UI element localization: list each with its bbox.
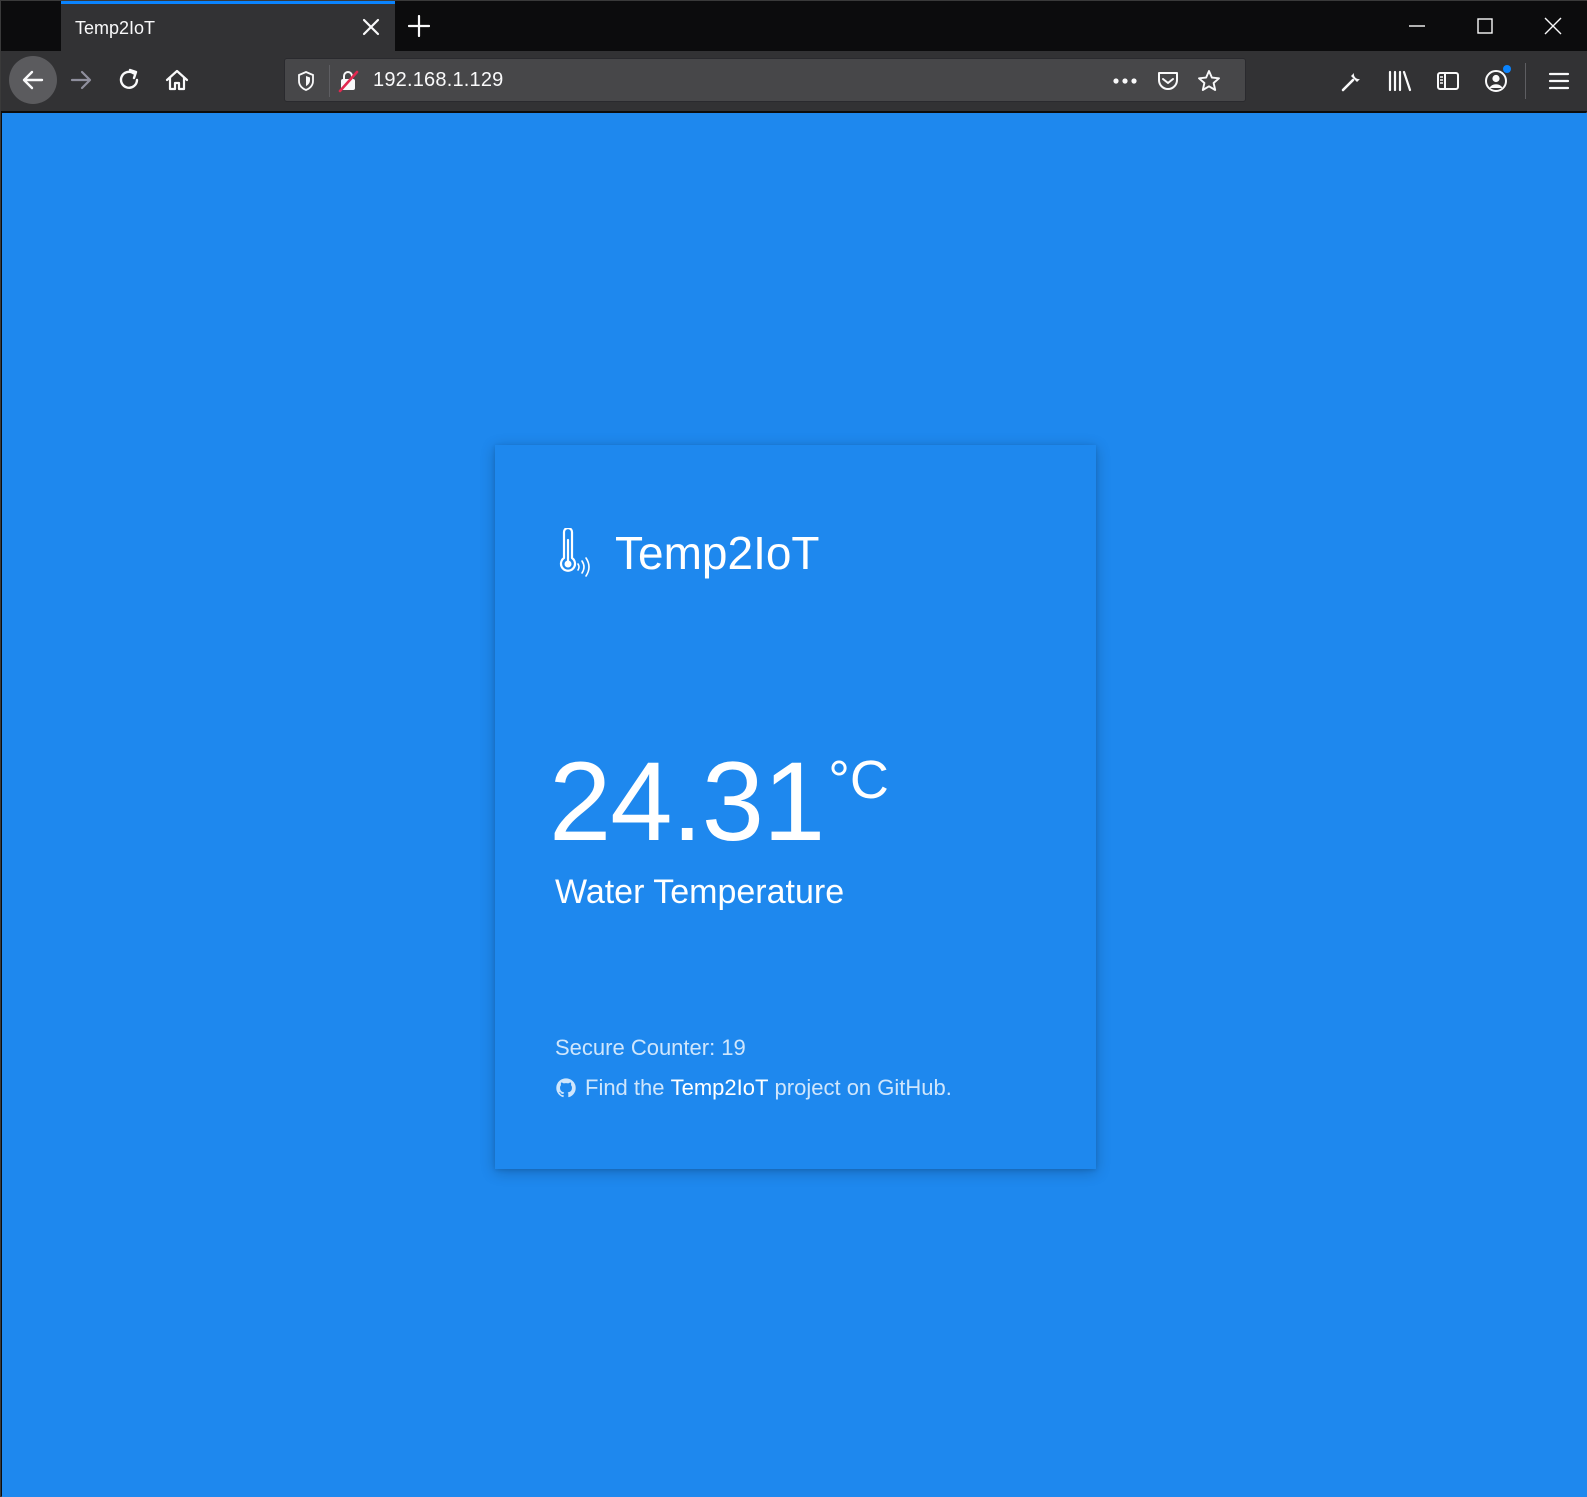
- forward-icon[interactable]: [58, 57, 104, 103]
- insecure-lock-icon[interactable]: [334, 67, 362, 95]
- github-line: Find the Temp2IoT project on GitHub.: [555, 1075, 952, 1101]
- toolbar-separator: [1525, 63, 1526, 99]
- star-icon[interactable]: [1195, 67, 1223, 95]
- temperature-card: Temp2IoT 24.31 °C Water Temperature Secu…: [495, 445, 1096, 1169]
- maximize-icon[interactable]: [1451, 1, 1519, 51]
- plus-icon[interactable]: [405, 12, 433, 40]
- brand-name: Temp2IoT: [615, 527, 820, 579]
- more-icon[interactable]: [1111, 67, 1139, 95]
- close-icon[interactable]: [359, 15, 383, 39]
- home-icon[interactable]: [154, 57, 200, 103]
- page-content: Temp2IoT 24.31 °C Water Temperature Secu…: [2, 113, 1587, 1497]
- url-separator: [329, 65, 330, 97]
- notification-dot: [1503, 65, 1511, 73]
- back-icon[interactable]: [9, 56, 57, 104]
- url-text[interactable]: 192.168.1.129: [373, 69, 504, 92]
- browser-window: Temp2IoT 192.168.1.129 Temp2IoT 24.31 °C…: [0, 0, 1587, 1497]
- temperature-label: Water Temperature: [555, 873, 845, 911]
- close-window-icon[interactable]: [1519, 1, 1587, 51]
- temperature-unit: °C: [828, 750, 889, 810]
- github-icon: [556, 1078, 576, 1098]
- github-link[interactable]: Temp2IoT: [671, 1075, 769, 1101]
- github-prefix: Find the: [585, 1075, 671, 1100]
- tab-title: Temp2IoT: [75, 18, 156, 38]
- reload-icon[interactable]: [106, 57, 152, 103]
- tab-strip: Temp2IoT: [1, 1, 1587, 51]
- thermometer-icon: [559, 528, 590, 577]
- shield-icon[interactable]: [292, 67, 320, 95]
- tab-temp2iot[interactable]: Temp2IoT: [61, 1, 395, 51]
- minimize-icon[interactable]: [1383, 1, 1451, 51]
- brand: Temp2IoT: [555, 523, 820, 583]
- url-bar[interactable]: 192.168.1.129: [284, 58, 1246, 102]
- library-icon[interactable]: [1378, 59, 1422, 103]
- github-suffix: project on GitHub.: [768, 1075, 952, 1100]
- account-icon[interactable]: [1474, 59, 1518, 103]
- secure-counter: Secure Counter: 19: [555, 1035, 746, 1060]
- menu-icon[interactable]: [1537, 59, 1581, 103]
- pocket-icon[interactable]: [1154, 67, 1182, 95]
- temperature-value: 24.31: [549, 739, 825, 864]
- sidebar-icon[interactable]: [1426, 59, 1470, 103]
- temperature-reading: 24.31 °C: [549, 737, 889, 867]
- navigation-toolbar: 192.168.1.129: [1, 51, 1587, 112]
- wrench-icon[interactable]: [1330, 59, 1374, 103]
